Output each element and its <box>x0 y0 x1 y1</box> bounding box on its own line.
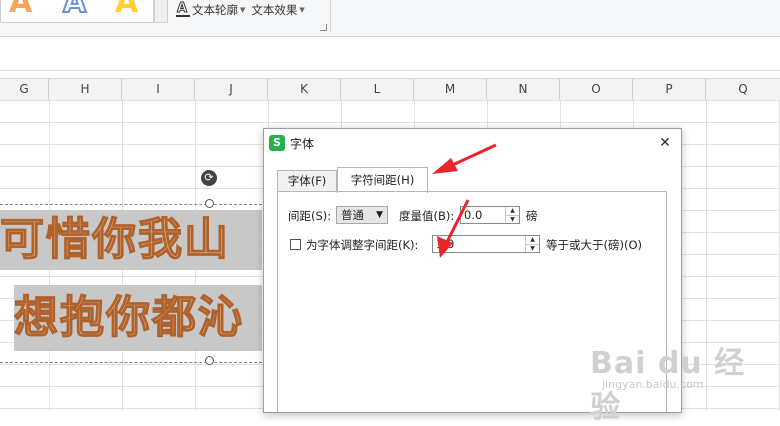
kerning-spinbox[interactable]: 1.0 ▲ ▼ <box>432 235 540 253</box>
column-header-j[interactable]: J <box>195 79 268 100</box>
resize-handle-top[interactable] <box>205 199 214 208</box>
wordart-style-blue-outline[interactable]: A <box>62 0 87 19</box>
text-outline-label: 文本轮廓 <box>192 3 238 17</box>
kerning-spin-arrows[interactable]: ▲ ▼ <box>525 236 539 252</box>
ribbon-divider <box>330 0 331 32</box>
text-effect-label: 文本效果 <box>251 3 298 17</box>
column-header-g[interactable]: G <box>0 79 49 100</box>
text-outline-button[interactable]: A 文本轮廓 ▼ <box>176 1 246 18</box>
spin-down-icon[interactable]: ▼ <box>526 245 539 253</box>
column-header-h[interactable]: H <box>49 79 122 100</box>
column-header-q[interactable]: Q <box>706 79 780 100</box>
rotate-handle-icon[interactable]: ⟳ <box>201 170 217 186</box>
dialog-title-bar[interactable]: S 字体 ✕ <box>264 129 681 157</box>
dialog-launcher-icon[interactable] <box>320 24 327 31</box>
chevron-down-icon: ▼ <box>240 6 246 14</box>
measure-spinbox[interactable]: 0.0 ▲ ▼ <box>460 206 520 224</box>
kerning-label: 为字体调整字间距(K): <box>306 238 419 252</box>
gallery-scroll-button[interactable] <box>154 0 168 23</box>
column-header-l[interactable]: L <box>341 79 414 100</box>
formula-bar-area <box>0 37 780 71</box>
baidu-jingyan-watermark: Bai du 经验 jingyan.baidu.com <box>590 338 750 425</box>
resize-handle-bottom[interactable] <box>205 356 214 365</box>
column-header-i[interactable]: I <box>122 79 195 100</box>
spacing-select-value: 普通 <box>341 208 364 222</box>
kerning-checkbox[interactable] <box>290 239 301 250</box>
tab-character-spacing[interactable]: 字符间距(H) <box>337 167 428 193</box>
close-button[interactable]: ✕ <box>655 133 675 153</box>
text-tools-group: A 文本轮廓 ▼ 文本效果 ▼ <box>176 1 305 18</box>
spacing-label: 间距(S): <box>288 209 332 223</box>
spin-down-icon[interactable]: ▼ <box>506 216 519 224</box>
wordart-style-orange[interactable]: A <box>9 0 32 18</box>
column-header-n[interactable]: N <box>487 79 560 100</box>
spin-up-icon[interactable]: ▲ <box>526 236 539 245</box>
measure-value: 0.0 <box>464 208 483 222</box>
wordart-text-line-2[interactable]: 想抱你都沁 <box>14 285 262 351</box>
column-header-o[interactable]: O <box>560 79 633 100</box>
column-header: G H I J K L M N O P Q <box>0 78 780 101</box>
dialog-title: 字体 <box>290 137 315 151</box>
watermark-url: jingyan.baidu.com <box>602 378 704 391</box>
column-header-k[interactable]: K <box>268 79 341 100</box>
column-header-p[interactable]: P <box>633 79 706 100</box>
chevron-down-icon: ▼ <box>299 6 305 14</box>
measure-spin-arrows[interactable]: ▲ ▼ <box>505 207 519 223</box>
text-outline-icon: A <box>176 1 190 17</box>
ribbon: A A A A 文本轮廓 ▼ 文本效果 ▼ <box>0 0 780 37</box>
chevron-down-icon: ▼ <box>376 210 383 220</box>
spin-up-icon[interactable]: ▲ <box>506 207 519 216</box>
measure-unit: 磅 <box>526 209 538 223</box>
wordart-text-line-1[interactable]: 可惜你我山 <box>0 210 262 270</box>
wps-app-icon: S <box>269 135 285 151</box>
kerning-value: 1.0 <box>436 237 455 251</box>
wordart-style-yellow[interactable]: A <box>115 0 138 18</box>
column-header-m[interactable]: M <box>414 79 487 100</box>
kerning-suffix: 等于或大于(磅)(O) <box>546 238 642 252</box>
measure-label: 度量值(B): <box>399 209 455 223</box>
wordart-style-gallery[interactable]: A A A <box>0 0 154 23</box>
tab-font[interactable]: 字体(F) <box>277 170 337 191</box>
text-effect-button[interactable]: 文本效果 ▼ <box>251 2 304 18</box>
spacing-select[interactable]: 普通 ▼ <box>336 206 388 224</box>
